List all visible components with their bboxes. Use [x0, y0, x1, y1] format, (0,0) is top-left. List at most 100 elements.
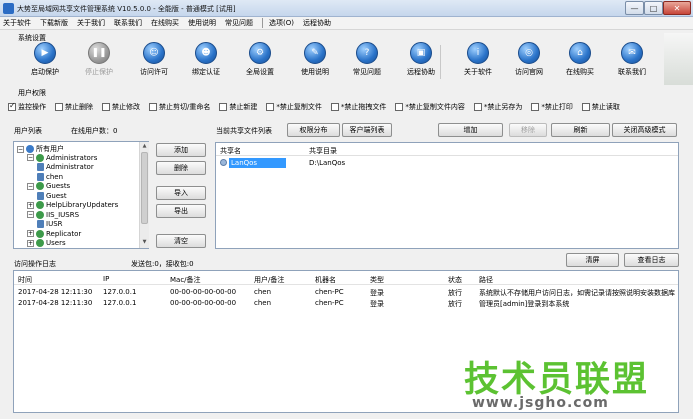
toolbar-button-0[interactable]: ▶ 启动保护: [17, 42, 73, 77]
permissions-label: 用户权限: [18, 89, 46, 97]
checkbox[interactable]: [266, 103, 275, 111]
scroll-down-arrow[interactable]: ▼: [140, 238, 149, 247]
remove-share-button[interactable]: 移除: [509, 123, 547, 137]
menu-item-faq[interactable]: 常见问题: [225, 18, 253, 28]
toolbar-button-1[interactable]: ❚❚ 停止保护: [71, 42, 127, 77]
pause-icon: ❚❚: [88, 42, 110, 64]
import-button[interactable]: 导入: [156, 186, 206, 200]
maximize-button[interactable]: □: [644, 1, 663, 15]
expand-toggle-icon[interactable]: +: [27, 201, 34, 209]
scroll-up-arrow[interactable]: ▲: [140, 142, 149, 151]
toolbar-button-4[interactable]: ⚙ 全局设置: [232, 42, 288, 77]
menu-item-buy[interactable]: 在线购买: [151, 18, 179, 28]
refresh-button[interactable]: 刷新: [551, 123, 610, 137]
tab-permission-distribution[interactable]: 权限分布: [287, 123, 340, 137]
scroll-thumb[interactable]: [141, 152, 148, 224]
checkbox[interactable]: [330, 103, 339, 111]
permission-label: *禁止拖拽文件: [340, 103, 387, 111]
permission-checkbox-9[interactable]: *禁止打印: [531, 102, 573, 112]
log-column-header[interactable]: IP: [103, 275, 109, 283]
view-log-button[interactable]: 查看日志: [624, 253, 679, 267]
expand-toggle-icon[interactable]: +: [27, 239, 34, 247]
user-icon: [37, 220, 44, 228]
share-dir-cell: D:\LanQos: [309, 159, 346, 167]
export-button[interactable]: 导出: [156, 204, 206, 218]
menu-item-about-us[interactable]: 关于我们: [77, 18, 105, 28]
cart-icon: ⌂: [569, 42, 591, 64]
checkbox[interactable]: [581, 103, 590, 111]
menu-item-remote[interactable]: 远程协助: [303, 18, 331, 28]
toolbar-button-11[interactable]: ✉ 联系我们: [604, 42, 660, 77]
checkbox[interactable]: [55, 103, 63, 111]
checkbox[interactable]: [473, 103, 482, 111]
tree-node[interactable]: Guest: [37, 191, 67, 200]
advanced-mode-toggle-button[interactable]: 关闭高级模式: [612, 123, 677, 137]
add-user-button[interactable]: 添加: [156, 143, 206, 157]
tree-node[interactable]: + HelpLibraryUpdaters: [27, 201, 118, 209]
checkbox[interactable]: [149, 103, 157, 111]
permission-label: *禁止打印: [541, 103, 573, 111]
permission-checkbox-6[interactable]: *禁止拖拽文件: [330, 102, 387, 112]
toolbar-button-8[interactable]: i 关于软件: [450, 42, 506, 77]
menu-item-manual[interactable]: 使用说明: [188, 18, 216, 28]
minimize-button[interactable]: —: [625, 1, 644, 15]
person-icon: ☺: [143, 42, 165, 64]
table-row[interactable]: 2017-04-28 12:11:30 127.0.0.1 00-00-00-00-…: [14, 299, 678, 309]
tree-node[interactable]: chen: [37, 172, 63, 181]
toolbar-button-6[interactable]: ? 常见问题: [339, 42, 395, 77]
permissions-row: 监控操作 禁止删除 禁止修改 禁止剪切/重命名 禁止新建 *禁止复制文件 *禁止拖拽文件 *禁…: [8, 99, 693, 115]
permission-checkbox-3[interactable]: 禁止剪切/重命名: [149, 102, 210, 112]
tree-node[interactable]: − IIS_IUSRS: [27, 210, 79, 219]
permission-checkbox-4[interactable]: 禁止新建: [219, 102, 257, 112]
expand-toggle-icon[interactable]: −: [27, 211, 34, 218]
user-tree-scrollbar[interactable]: ▲ ▼: [139, 142, 149, 248]
tree-node[interactable]: − Guests: [27, 182, 70, 190]
menu-item-options[interactable]: 选项(O): [269, 18, 294, 28]
menu-item-about-software[interactable]: 关于软件: [3, 18, 31, 28]
toolbar-button-9[interactable]: ◎ 访问官网: [501, 42, 557, 77]
user-tree[interactable]: − 所有用户 − Administrators Administrator chen − Gu…: [13, 141, 149, 249]
tree-node[interactable]: Administrator: [37, 163, 94, 171]
permission-checkbox-7[interactable]: *禁止复制文件内容: [395, 102, 465, 112]
permission-checkbox-5[interactable]: *禁止复制文件: [266, 102, 322, 112]
tree-node[interactable]: − 所有用户: [17, 144, 64, 154]
tree-node[interactable]: IUSR: [37, 220, 63, 228]
expand-toggle-icon[interactable]: −: [27, 182, 34, 190]
tree-node-label: Users: [46, 239, 66, 247]
checkbox[interactable]: [395, 103, 404, 111]
title-bar: 大势至局域网共享文件管理系统 V10.5.0.0 - 全能版 - 普通模式 [试…: [0, 0, 693, 17]
toolbar-button-10[interactable]: ⌂ 在线购买: [552, 42, 608, 77]
permission-label: 禁止读取: [591, 103, 620, 111]
expand-toggle-icon[interactable]: +: [27, 230, 34, 237]
permission-checkbox-8[interactable]: *禁止另存为: [473, 102, 522, 112]
permission-checkbox-0[interactable]: 监控操作: [8, 101, 46, 112]
tree-node[interactable]: − Administrators: [27, 153, 97, 162]
expand-toggle-icon[interactable]: −: [27, 154, 34, 161]
toolbar-button-3[interactable]: ☻ 绑定认证: [178, 42, 234, 77]
group-icon: [36, 153, 44, 162]
toolbar-button-2[interactable]: ☺ 访问许可: [126, 42, 182, 77]
expand-toggle-icon[interactable]: −: [17, 145, 24, 153]
permission-checkbox-2[interactable]: 禁止修改: [102, 102, 140, 112]
permission-checkbox-10[interactable]: 禁止读取: [581, 102, 620, 112]
checkbox[interactable]: [219, 103, 228, 111]
delete-user-button[interactable]: 删除: [156, 161, 206, 175]
checkbox[interactable]: [8, 101, 16, 111]
table-row[interactable]: LanQos D:\LanQos: [220, 158, 388, 168]
toolbar-button-5[interactable]: ✎ 使用说明: [287, 42, 343, 77]
tree-node[interactable]: + Replicator: [27, 229, 81, 238]
permission-checkbox-1[interactable]: 禁止删除: [55, 102, 93, 112]
checkbox[interactable]: [102, 103, 110, 111]
tree-node[interactable]: + Users: [27, 239, 66, 247]
add-share-button[interactable]: 增加: [438, 123, 503, 137]
table-row[interactable]: 2017-04-28 12:11:30 127.0.0.1 00-00-00-00-…: [14, 288, 678, 298]
menu-item-contact[interactable]: 联系我们: [114, 18, 142, 28]
log-cell-time: 2017-04-28 12:11:30: [18, 299, 93, 307]
clear-users-button[interactable]: 清空: [156, 234, 206, 248]
log-cell-status: 放行: [448, 289, 462, 297]
clear-log-button[interactable]: 清屏: [566, 253, 619, 267]
close-button[interactable]: ✕: [663, 1, 691, 15]
tab-client-list[interactable]: 客户端列表: [342, 123, 392, 137]
menu-item-download[interactable]: 下载新版: [40, 18, 68, 28]
checkbox[interactable]: [531, 103, 540, 111]
